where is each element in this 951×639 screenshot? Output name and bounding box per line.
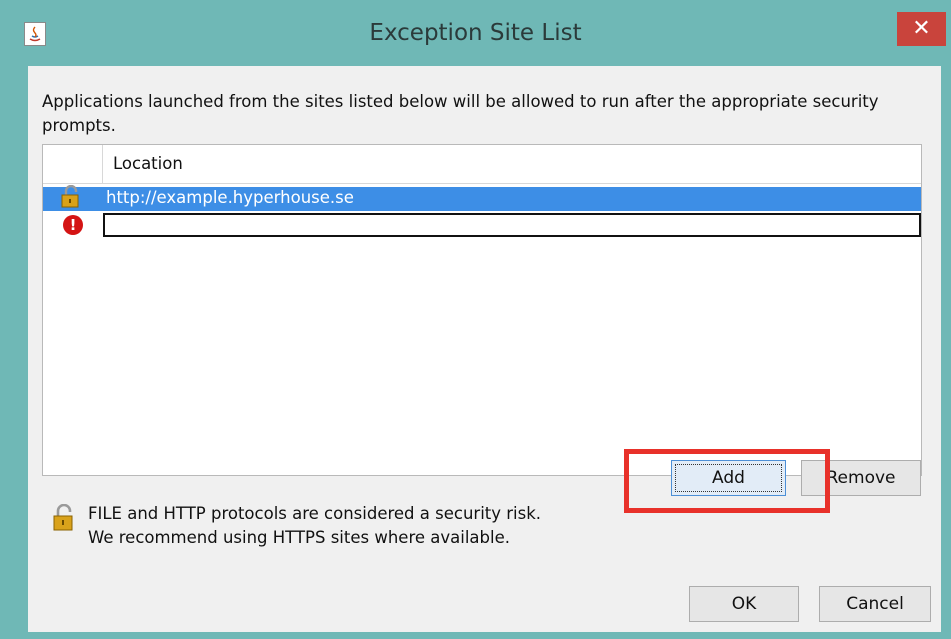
table-header: Location <box>43 145 921 184</box>
close-button[interactable]: ✕ <box>897 12 946 46</box>
dialog-content: Applications launched from the sites lis… <box>28 66 941 632</box>
icon-column-header <box>43 145 103 183</box>
annotation-highlight-box <box>624 449 830 513</box>
error-icon: ! <box>63 215 83 235</box>
warning-text: FILE and HTTP protocols are considered a… <box>88 502 608 550</box>
exception-site-table[interactable]: Location http://example.hyperhouse.se ! <box>42 144 922 476</box>
location-edit-field[interactable] <box>103 213 921 237</box>
table-row[interactable]: ! <box>43 213 921 237</box>
location-column-header: Location <box>113 154 183 173</box>
warning-line-2: We recommend using HTTPS sites where ava… <box>88 528 510 547</box>
cancel-button[interactable]: Cancel <box>819 586 931 622</box>
table-row[interactable]: http://example.hyperhouse.se <box>43 185 921 211</box>
warning-line-1: FILE and HTTP protocols are considered a… <box>88 504 542 523</box>
lock-warning-icon <box>53 504 73 531</box>
error-icon-cell: ! <box>43 213 103 237</box>
window-title: Exception Site List <box>369 20 582 46</box>
title-bar[interactable]: Exception Site List ✕ <box>0 0 951 66</box>
dialog-window: Exception Site List ✕ Applications launc… <box>0 0 951 639</box>
description-text: Applications launched from the sites lis… <box>42 92 879 135</box>
location-cell[interactable]: http://example.hyperhouse.se <box>103 187 921 211</box>
lock-warning-icon <box>43 185 103 211</box>
ok-button[interactable]: OK <box>689 586 799 622</box>
